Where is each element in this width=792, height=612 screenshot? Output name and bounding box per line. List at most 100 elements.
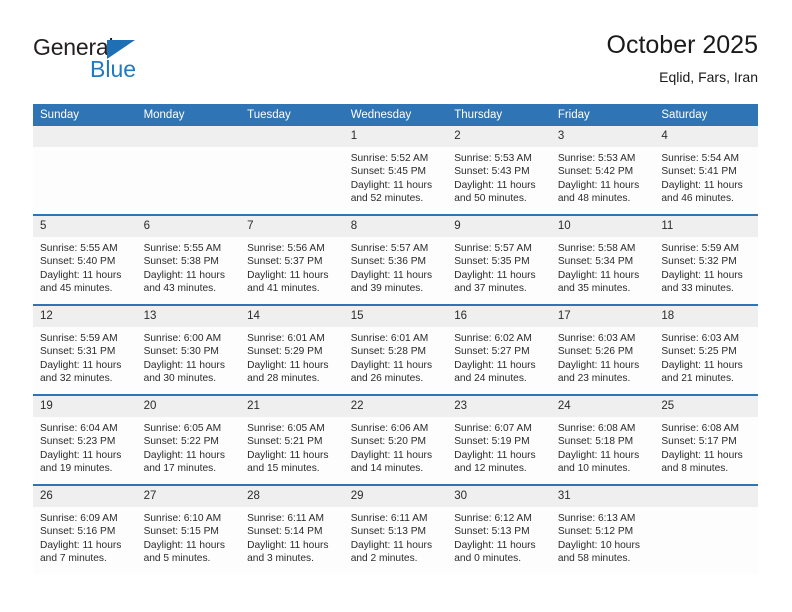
day-number: 10 xyxy=(550,216,655,237)
daylight-text-line2: and 46 minutes. xyxy=(661,193,734,205)
day-details: Sunrise: 6:11 AM Sunset: 5:14 PM Daylight:… xyxy=(240,507,344,566)
calendar-day-cell[interactable]: 6 Sunrise: 5:55 AM Sunset: 5:38 PM Daylight… xyxy=(136,214,241,305)
daylight-text-line1: Daylight: 11 hours xyxy=(557,449,640,461)
calendar-day-cell[interactable]: 29 Sunrise: 6:11 AM Sunset: 5:13 PM Dayligh… xyxy=(343,484,448,574)
calendar-day-cell[interactable]: 18 Sunrise: 6:03 AM Sunset: 5:25 PM Dayligh… xyxy=(654,304,758,395)
calendar-day-cell[interactable]: 31 Sunrise: 6:13 AM Sunset: 5:12 PM Dayligh… xyxy=(550,484,655,574)
sunrise-text: Sunrise: 6:05 AM xyxy=(247,423,325,434)
day-details: Sunrise: 6:08 AM Sunset: 5:18 PM Daylight:… xyxy=(551,417,655,476)
calendar-day-cell[interactable]: 20 Sunrise: 6:05 AM Sunset: 5:22 PM Dayligh… xyxy=(136,394,241,485)
sunrise-text: Sunrise: 6:03 AM xyxy=(557,333,636,344)
calendar-page: General Blue October 2025 Eqlid, Fars, I… xyxy=(0,0,792,612)
weekday-header-tuesday: Tuesday xyxy=(240,104,344,126)
general-blue-logo[interactable]: General Blue xyxy=(33,34,233,94)
sunrise-text: Sunrise: 6:07 AM xyxy=(454,423,532,434)
daylight-text-line2: and 7 minutes. xyxy=(40,553,107,565)
weekday-header-sunday: Sunday xyxy=(33,104,137,126)
day-details: Sunrise: 5:58 AM Sunset: 5:34 PM Daylight:… xyxy=(551,237,655,296)
sunrise-text: Sunrise: 6:00 AM xyxy=(143,333,222,344)
calendar-day-cell[interactable]: 1 Sunrise: 5:52 AM Sunset: 5:45 PM Daylight… xyxy=(343,126,448,215)
sunset-text: Sunset: 5:20 PM xyxy=(350,436,427,448)
calendar-week-row: 19 Sunrise: 6:04 AM Sunset: 5:23 PM Dayligh… xyxy=(33,394,758,485)
calendar-day-cell[interactable]: 12 Sunrise: 5:59 AM Sunset: 5:31 PM Dayligh… xyxy=(33,304,137,395)
calendar-day-cell[interactable]: 5 Sunrise: 5:55 AM Sunset: 5:40 PM Daylight… xyxy=(33,214,137,305)
daylight-text-line2: and 17 minutes. xyxy=(143,463,217,475)
sunset-text: Sunset: 5:37 PM xyxy=(247,256,323,268)
sunrise-text: Sunrise: 6:11 AM xyxy=(350,513,428,524)
daylight-text-line1: Daylight: 11 hours xyxy=(40,539,122,551)
sunrise-text: Sunrise: 5:59 AM xyxy=(40,333,118,344)
calendar-day-cell[interactable]: 19 Sunrise: 6:04 AM Sunset: 5:23 PM Dayligh… xyxy=(33,394,137,485)
sunset-text: Sunset: 5:18 PM xyxy=(557,436,634,448)
sunrise-text: Sunrise: 5:57 AM xyxy=(350,243,429,254)
sunset-text: Sunset: 5:21 PM xyxy=(247,436,323,448)
daylight-text-line2: and 50 minutes. xyxy=(454,193,527,205)
daylight-text-line2: and 37 minutes. xyxy=(454,283,527,295)
day-details: Sunrise: 6:06 AM Sunset: 5:20 PM Daylight:… xyxy=(344,417,448,476)
daylight-text-line1: Daylight: 11 hours xyxy=(661,449,743,461)
calendar-day-cell[interactable]: 4 Sunrise: 5:54 AM Sunset: 5:41 PM Daylight… xyxy=(654,126,758,215)
page-subtitle: Eqlid, Fars, Iran xyxy=(659,69,758,85)
sunrise-text: Sunrise: 6:05 AM xyxy=(143,423,222,434)
sunrise-text: Sunrise: 6:01 AM xyxy=(247,333,325,344)
calendar-day-cell[interactable]: 15 Sunrise: 6:01 AM Sunset: 5:28 PM Dayligh… xyxy=(343,304,448,395)
sunset-text: Sunset: 5:35 PM xyxy=(454,256,530,268)
daylight-text-line2: and 12 minutes. xyxy=(454,463,527,475)
calendar-day-cell[interactable]: 22 Sunrise: 6:06 AM Sunset: 5:20 PM Dayligh… xyxy=(343,394,448,485)
calendar-day-cell[interactable]: 27 Sunrise: 6:10 AM Sunset: 5:15 PM Dayligh… xyxy=(136,484,241,574)
daylight-text-line2: and 33 minutes. xyxy=(661,283,734,295)
calendar-day-cell[interactable]: 8 Sunrise: 5:57 AM Sunset: 5:36 PM Daylight… xyxy=(343,214,448,305)
calendar-day-cell[interactable]: 28 Sunrise: 6:11 AM Sunset: 5:14 PM Dayligh… xyxy=(240,484,344,574)
calendar-day-cell[interactable]: 23 Sunrise: 6:07 AM Sunset: 5:19 PM Dayligh… xyxy=(447,394,551,485)
daylight-text-line2: and 8 minutes. xyxy=(661,463,729,475)
weekday-header-saturday: Saturday xyxy=(654,104,758,126)
calendar-day-cell[interactable]: 2 Sunrise: 5:53 AM Sunset: 5:43 PM Daylight… xyxy=(447,126,551,215)
sunset-text: Sunset: 5:23 PM xyxy=(40,436,116,448)
calendar-day-cell[interactable]: 16 Sunrise: 6:02 AM Sunset: 5:27 PM Dayligh… xyxy=(447,304,551,395)
day-number: 17 xyxy=(550,306,655,327)
daylight-text-line1: Daylight: 11 hours xyxy=(40,359,122,371)
calendar-day-cell[interactable]: 25 Sunrise: 6:08 AM Sunset: 5:17 PM Dayligh… xyxy=(654,394,758,485)
daylight-text-line1: Daylight: 11 hours xyxy=(557,269,640,281)
calendar-day-cell[interactable]: 30 Sunrise: 6:12 AM Sunset: 5:13 PM Dayligh… xyxy=(447,484,551,574)
sunset-text: Sunset: 5:17 PM xyxy=(661,436,737,448)
day-number: 29 xyxy=(343,486,448,507)
calendar-day-cell[interactable]: 17 Sunrise: 6:03 AM Sunset: 5:26 PM Dayligh… xyxy=(550,304,655,395)
day-number: 18 xyxy=(654,306,758,327)
calendar-day-cell[interactable]: 9 Sunrise: 5:57 AM Sunset: 5:35 PM Daylight… xyxy=(447,214,551,305)
calendar-day-cell[interactable]: 11 Sunrise: 5:59 AM Sunset: 5:32 PM Dayligh… xyxy=(654,214,758,305)
day-details: Sunrise: 6:10 AM Sunset: 5:15 PM Daylight:… xyxy=(137,507,241,566)
sunrise-text: Sunrise: 6:04 AM xyxy=(40,423,118,434)
sunset-text: Sunset: 5:13 PM xyxy=(454,526,530,538)
day-details: Sunrise: 5:53 AM Sunset: 5:43 PM Daylight:… xyxy=(447,147,551,206)
sunrise-text: Sunrise: 5:56 AM xyxy=(247,243,325,254)
daylight-text-line1: Daylight: 11 hours xyxy=(661,179,743,191)
calendar-day-cell[interactable]: 24 Sunrise: 6:08 AM Sunset: 5:18 PM Dayligh… xyxy=(550,394,655,485)
sunset-text: Sunset: 5:41 PM xyxy=(661,166,737,178)
day-number: 7 xyxy=(240,216,344,237)
day-number: 23 xyxy=(447,396,551,417)
sunset-text: Sunset: 5:28 PM xyxy=(350,346,427,358)
page-header: General Blue October 2025 Eqlid, Fars, I… xyxy=(33,30,758,98)
calendar-day-cell[interactable]: 7 Sunrise: 5:56 AM Sunset: 5:37 PM Daylight… xyxy=(240,214,344,305)
sunset-text: Sunset: 5:19 PM xyxy=(454,436,530,448)
calendar-day-cell[interactable]: 10 Sunrise: 5:58 AM Sunset: 5:34 PM Dayligh… xyxy=(550,214,655,305)
calendar-day-cell[interactable]: 3 Sunrise: 5:53 AM Sunset: 5:42 PM Daylight… xyxy=(550,126,655,215)
weekday-header-wednesday: Wednesday xyxy=(343,104,448,126)
daylight-text-line1: Daylight: 11 hours xyxy=(454,539,536,551)
sunset-text: Sunset: 5:38 PM xyxy=(143,256,219,268)
day-number: 13 xyxy=(136,306,241,327)
day-details: Sunrise: 6:05 AM Sunset: 5:22 PM Daylight:… xyxy=(137,417,241,476)
calendar-day-cell[interactable]: 13 Sunrise: 6:00 AM Sunset: 5:30 PM Dayligh… xyxy=(136,304,241,395)
calendar-day-cell[interactable]: 14 Sunrise: 6:01 AM Sunset: 5:29 PM Dayligh… xyxy=(240,304,344,395)
day-number: 31 xyxy=(550,486,655,507)
sunrise-text: Sunrise: 6:08 AM xyxy=(557,423,636,434)
sunset-text: Sunset: 5:34 PM xyxy=(557,256,634,268)
sunrise-text: Sunrise: 5:55 AM xyxy=(40,243,118,254)
day-number: 6 xyxy=(136,216,241,237)
day-details: Sunrise: 5:53 AM Sunset: 5:42 PM Daylight:… xyxy=(551,147,655,206)
calendar-day-cell[interactable]: 26 Sunrise: 6:09 AM Sunset: 5:16 PM Dayligh… xyxy=(33,484,137,574)
calendar-day-cell[interactable]: 21 Sunrise: 6:05 AM Sunset: 5:21 PM Dayligh… xyxy=(240,394,344,485)
sunset-text: Sunset: 5:15 PM xyxy=(143,526,219,538)
sunrise-text: Sunrise: 5:57 AM xyxy=(454,243,532,254)
